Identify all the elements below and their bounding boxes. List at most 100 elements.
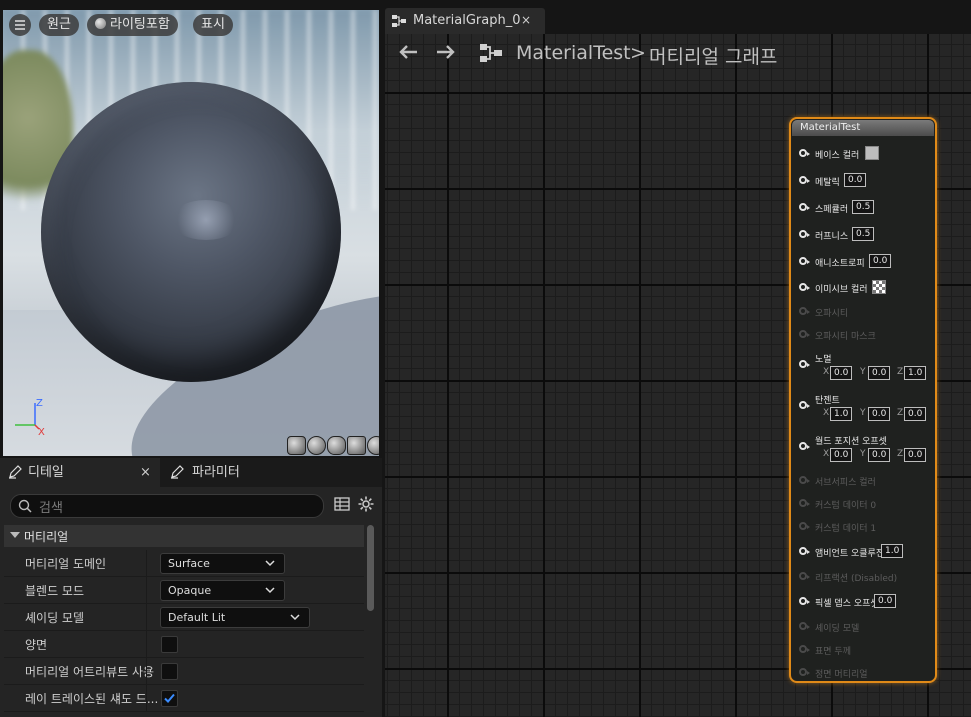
node-title: MaterialTest	[800, 122, 861, 133]
input-pin-icon	[799, 330, 810, 338]
pin-tangent[interactable]: 탄젠트 X 1.0 Y 0.0 Z 0.0	[799, 393, 933, 423]
pin-label: 노멀	[815, 355, 832, 365]
tab-label: MaterialGraph_0	[413, 13, 521, 28]
material-section-header[interactable]: 머티리얼	[4, 525, 364, 547]
vector-x-field[interactable]: 0.0	[830, 366, 853, 380]
column-divider	[146, 604, 147, 630]
pin-label: 커스텀 데이터 0	[815, 501, 877, 511]
section-title: 머티리얼	[24, 530, 69, 544]
property-label: 머티리얼 도메인	[25, 557, 107, 571]
vector-y-field[interactable]: 0.0	[868, 448, 891, 462]
vector-y-field[interactable]: 0.0	[868, 407, 891, 421]
pin-value-field[interactable]: 0.0	[844, 173, 867, 187]
viewport-menu-button[interactable]	[9, 14, 31, 36]
collapse-arrow-icon	[10, 532, 20, 538]
input-pin-icon[interactable]	[799, 283, 810, 291]
vector-y-field[interactable]: 0.0	[868, 366, 891, 380]
pin-world-position-offset[interactable]: 월드 포지션 오프셋 X 0.0 Y 0.0 Z 0.0	[799, 434, 933, 464]
sphere-icon[interactable]	[307, 436, 326, 455]
emissive-checker-swatch[interactable]	[872, 280, 886, 294]
vector-z-field[interactable]: 0.0	[904, 407, 927, 421]
tab-material-graph[interactable]: MaterialGraph_0 ×	[385, 8, 545, 34]
dropdown-value: Surface	[168, 557, 210, 570]
perspective-button[interactable]: 원근	[39, 14, 79, 36]
input-pin-icon	[799, 645, 810, 653]
forward-arrow-icon[interactable]	[435, 43, 457, 61]
close-icon[interactable]: ×	[521, 13, 531, 27]
property-label: 레이 트레이스된 섀도 드...	[25, 692, 159, 706]
vector-z-field[interactable]: 1.0	[904, 366, 927, 380]
graph-canvas[interactable]: MaterialTest > 머티리얼 그래프 MaterialTest 베이스…	[385, 34, 971, 717]
material-attributes-checkbox[interactable]	[161, 663, 178, 680]
pin-value-field[interactable]: 0.0	[874, 594, 897, 608]
input-pin-icon[interactable]	[799, 401, 810, 409]
input-pin-icon[interactable]	[799, 360, 810, 368]
cylinder-icon[interactable]	[287, 436, 306, 455]
pin-normal[interactable]: 노멀 X 0.0 Y 0.0 Z 1.0	[799, 352, 933, 382]
property-row-material-attributes: 머티리얼 어트리뷰트 사용	[4, 658, 364, 685]
teapot-icon[interactable]	[367, 436, 379, 455]
pencil-icon	[9, 465, 22, 479]
cube-icon[interactable]	[347, 436, 366, 455]
input-pin-icon[interactable]	[799, 442, 810, 450]
breadcrumb-root[interactable]: MaterialTest	[516, 42, 631, 64]
vector-z-field[interactable]: 0.0	[904, 448, 927, 462]
input-pin-icon[interactable]	[799, 203, 810, 211]
pin-value-field[interactable]: 0.0	[869, 254, 892, 268]
pin-label: 월드 포지션 오프셋	[815, 437, 887, 447]
column-divider	[146, 550, 147, 576]
input-pin-icon[interactable]	[799, 597, 810, 605]
property-label: 블렌드 모드	[25, 584, 85, 598]
tab-parameters[interactable]: 파라미터	[162, 458, 282, 487]
property-row-two-sided: 양면	[4, 631, 364, 658]
column-divider	[146, 577, 147, 603]
material-result-node[interactable]: MaterialTest 베이스 컬러 메탈릭 0.0 스페큘러 0.5 러프니스 0…	[789, 117, 937, 683]
back-arrow-icon[interactable]	[397, 43, 419, 61]
tab-details[interactable]: 디테일 ×	[0, 458, 160, 487]
vector-x-field[interactable]: 1.0	[830, 407, 853, 421]
raytraced-shadows-checkbox[interactable]	[161, 690, 178, 707]
vector-input: X 0.0 Y 0.0 Z 0.0	[823, 448, 933, 462]
blend-mode-dropdown[interactable]: Opaque	[160, 580, 285, 601]
material-graph-panel: MaterialGraph_0 × MaterialTest > 머티리얼 그래…	[383, 0, 971, 717]
two-sided-checkbox[interactable]	[161, 636, 178, 653]
gear-icon[interactable]	[358, 496, 374, 512]
close-icon[interactable]: ×	[140, 458, 151, 487]
input-pin-icon	[799, 622, 810, 630]
breadcrumb-separator: >	[630, 42, 646, 64]
pin-value-field[interactable]: 0.5	[852, 200, 875, 214]
hierarchy-icon[interactable]	[479, 43, 503, 63]
input-pin-icon[interactable]	[799, 257, 810, 265]
breadcrumb-current[interactable]: 머티리얼 그래프	[649, 42, 777, 69]
sphere-highlight	[171, 200, 241, 240]
pin-label: 애니소트로피	[815, 259, 865, 269]
details-search-input[interactable]: 검색	[10, 494, 324, 518]
input-pin-icon[interactable]	[799, 230, 810, 238]
pin-label: 탄젠트	[815, 396, 840, 406]
checkmark-icon	[164, 693, 175, 703]
plane-icon[interactable]	[327, 436, 346, 455]
pin-value-field[interactable]: 1.0	[881, 544, 904, 558]
view-mode-button[interactable]: 라이팅포함	[87, 14, 178, 36]
show-button[interactable]: 표시	[193, 14, 233, 36]
shading-model-dropdown[interactable]: Default Lit	[160, 607, 310, 628]
color-swatch[interactable]	[865, 146, 879, 160]
pin-label: 서브서피스 컬러	[815, 478, 876, 488]
details-scrollbar[interactable]	[367, 525, 374, 611]
material-preview-viewport[interactable]: 원근 라이팅포함 표시 Z X	[3, 10, 379, 456]
property-row-material-domain: 머티리얼 도메인 Surface	[4, 550, 364, 577]
input-pin-icon	[799, 522, 810, 530]
node-title-bar[interactable]: MaterialTest	[792, 120, 934, 136]
column-divider	[146, 658, 147, 684]
vector-x-field[interactable]: 0.0	[830, 448, 853, 462]
input-pin-icon[interactable]	[799, 176, 810, 184]
input-pin-icon[interactable]	[799, 547, 810, 555]
pin-value-field[interactable]: 0.5	[852, 227, 875, 241]
property-row-blend-mode: 블렌드 모드 Opaque	[4, 577, 364, 604]
material-domain-dropdown[interactable]: Surface	[160, 553, 285, 574]
table-view-icon[interactable]	[334, 497, 350, 511]
input-pin-icon[interactable]	[799, 149, 810, 157]
input-pin-icon	[799, 499, 810, 507]
search-icon	[18, 499, 32, 513]
pin-label: 러프니스	[815, 232, 849, 242]
